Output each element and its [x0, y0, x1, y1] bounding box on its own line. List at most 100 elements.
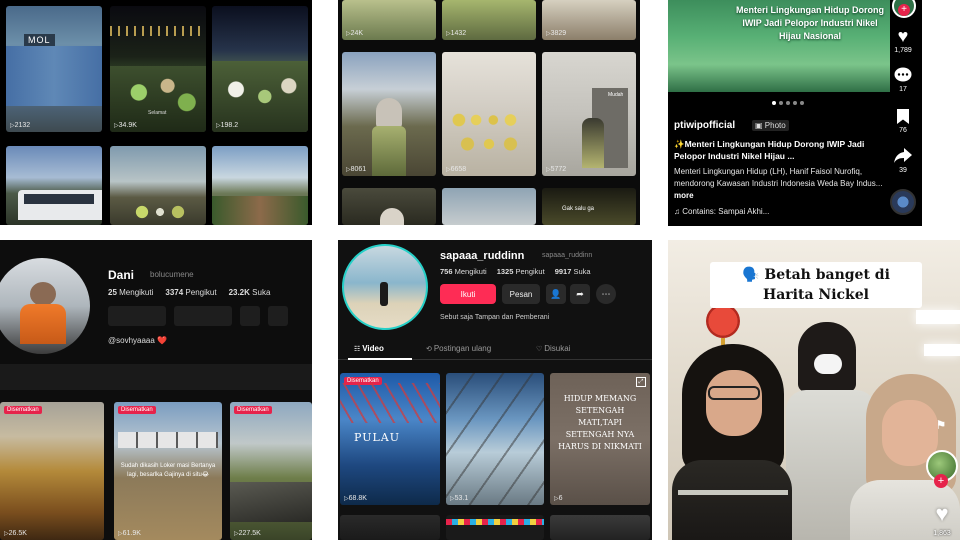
- tab-video-label: Video: [362, 344, 384, 353]
- banner-text: Selamat: [148, 110, 167, 116]
- action-button-placeholder[interactable]: [240, 306, 260, 326]
- video-thumb[interactable]: Disematkan Sudah dikasih Loker masi Bert…: [114, 402, 222, 540]
- message-button[interactable]: Pesan: [502, 284, 540, 304]
- dot-active: [772, 101, 776, 105]
- person-hijab: [376, 98, 402, 128]
- video-thumb[interactable]: 198.2: [212, 6, 308, 132]
- video-thumb[interactable]: 53.1: [446, 373, 544, 505]
- caption-body: Menteri Lingkungan Hidup (LH), Hanif Fai…: [674, 166, 886, 202]
- stat-likes: 23.2K Suka: [228, 288, 271, 297]
- add-friend-icon[interactable]: 👤: [546, 284, 566, 304]
- view-count: 61.9K: [118, 530, 141, 537]
- video-thumb[interactable]: [212, 146, 308, 225]
- quote-text: HIDUP MEMANG SETENGAH MATI,TAPI SETENGAH…: [558, 394, 642, 451]
- tab-video[interactable]: ☷ Video: [354, 344, 384, 353]
- share-icon[interactable]: [892, 146, 914, 164]
- person-vest: [372, 126, 406, 176]
- tab-repost-label: Postingan ulang: [433, 344, 492, 353]
- more-link[interactable]: more: [674, 191, 694, 200]
- person-center-mask: [814, 354, 842, 374]
- grid-icon: ☷: [354, 346, 363, 353]
- video-thumb[interactable]: Mudah 5772: [542, 52, 636, 176]
- stat-following[interactable]: 25 Mengikuti: [108, 288, 153, 297]
- carousel-dots[interactable]: [772, 101, 804, 105]
- comment-icon[interactable]: [892, 66, 914, 84]
- bookmark-icon[interactable]: [894, 107, 912, 125]
- tab-liked[interactable]: ♡ Disukai: [536, 344, 570, 353]
- repost-icon: ⟲: [426, 346, 434, 353]
- view-count: 6: [554, 495, 563, 502]
- panel-grid-top-center: 24K 1432 3829 8061 6658 Mudah 5772 Gak s…: [338, 0, 640, 225]
- tab-liked-label: Disukai: [544, 344, 571, 353]
- tab-active-underline: [348, 358, 412, 360]
- profile-bio: Sebut saja Tampan dan Pemberani: [440, 314, 550, 321]
- ceiling-light: [916, 310, 960, 324]
- share-profile-icon[interactable]: ➦: [570, 284, 590, 304]
- more-options-icon[interactable]: ⋯: [596, 284, 616, 304]
- view-count: 8061: [346, 166, 367, 173]
- person-left-glasses: [708, 386, 760, 400]
- stat-followers[interactable]: 3374 Pengikut: [165, 288, 216, 297]
- follow-button[interactable]: Ikuti: [440, 284, 496, 304]
- avatar-person: [380, 282, 388, 306]
- video-thumb[interactable]: [550, 515, 650, 540]
- video-thumb[interactable]: MOL 2132: [6, 6, 102, 132]
- follow-plus-icon[interactable]: +: [934, 474, 948, 488]
- tab-bar-placeholder: [0, 364, 312, 390]
- music-disc[interactable]: [890, 189, 916, 215]
- view-count: 227.5K: [234, 530, 261, 537]
- video-thumb[interactable]: Selamat 34.9K: [110, 6, 206, 132]
- heart-icon[interactable]: ♥: [890, 26, 916, 46]
- video-thumb[interactable]: 3829: [542, 0, 636, 40]
- post-image[interactable]: Menteri Lingkungan Hidup Dorong IWIP Jad…: [668, 0, 890, 92]
- view-count: 53.1: [450, 495, 469, 502]
- road: [230, 482, 312, 522]
- panel-profile-dani: Dani bolucumene 25 Mengikuti 3374 Pengik…: [0, 240, 312, 540]
- video-thumb[interactable]: [6, 146, 102, 225]
- video-thumb[interactable]: 6658: [442, 52, 536, 176]
- post-username[interactable]: ptiwipofficial: [674, 120, 735, 131]
- video-thumb[interactable]: [110, 146, 206, 225]
- follow-plus-icon[interactable]: +: [898, 4, 910, 16]
- flag-report-icon[interactable]: ⚑: [932, 416, 950, 434]
- panel-grid-top-left: MOL 2132 Selamat 34.9K 198.2: [0, 0, 312, 225]
- share-arrow-icon: [894, 147, 912, 163]
- video-thumb[interactable]: Gak salu ga: [542, 188, 636, 225]
- caption-text: Menteri Lingkungan Hidup (LH), Hanif Fai…: [674, 167, 883, 188]
- action-button-placeholder[interactable]: [268, 306, 288, 326]
- expand-icon[interactable]: ⤢: [636, 377, 646, 387]
- caption-title: ✨Menteri Lingkungan Hidup Dorong IWIP Ja…: [674, 139, 865, 161]
- view-count: 3829: [546, 30, 567, 37]
- video-title-text: 🗣️ Betah banget di Harita Nickel: [742, 267, 890, 303]
- video-thumb[interactable]: Disematkan 227.5K: [230, 402, 312, 540]
- avatar-person: [30, 282, 56, 306]
- video-thumb[interactable]: 8061: [342, 52, 436, 176]
- action-button-placeholder[interactable]: [174, 306, 232, 326]
- video-thumb[interactable]: [340, 515, 440, 540]
- video-thumb[interactable]: [446, 515, 544, 540]
- video-thumb[interactable]: 1432: [442, 0, 536, 40]
- video-title-overlay: 🗣️ Betah banget di Harita Nickel: [710, 262, 922, 308]
- thumb-text: PULAU: [354, 431, 400, 444]
- profile-avatar[interactable]: [342, 244, 428, 330]
- profile-avatar[interactable]: [0, 258, 90, 354]
- video-thumb[interactable]: [342, 188, 436, 225]
- video-thumb[interactable]: HIDUP MEMANG SETENGAH MATI,TAPI SETENGAH…: [550, 373, 650, 505]
- video-thumb[interactable]: Disematkan 26.5K: [0, 402, 104, 540]
- thumb-caption: Sudah dikasih Loker masi Bertanya lagi, …: [120, 463, 216, 478]
- panel-profile-sapaaa: sapaaa_ruddinn sapaaa_ruddinn 756 Mengik…: [338, 240, 652, 540]
- tab-repost[interactable]: ⟲ Postingan ulang: [426, 344, 491, 353]
- sound-label[interactable]: ♫ Contains: Sampai Akhi...: [674, 207, 769, 216]
- view-count: 1432: [446, 30, 467, 37]
- heart-icon[interactable]: ♥: [928, 501, 956, 526]
- video-thumb[interactable]: [442, 188, 536, 225]
- action-button-placeholder[interactable]: [108, 306, 166, 326]
- video-thumb[interactable]: Disematkan PULAU 68.8K: [340, 373, 440, 505]
- thumb-text: Gak salu ga: [562, 206, 595, 212]
- stat-following[interactable]: 756 Mengikuti: [440, 267, 487, 276]
- party-lights: [110, 26, 206, 36]
- stat-followers[interactable]: 1325 Pengikut: [497, 267, 545, 276]
- video-thumb[interactable]: 24K: [342, 0, 436, 40]
- pinned-badge: Disematkan: [4, 406, 42, 414]
- dot: [779, 101, 783, 105]
